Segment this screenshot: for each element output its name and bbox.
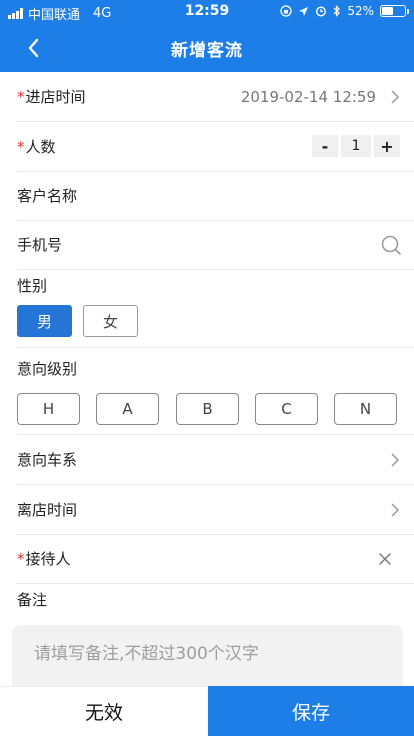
receptionist-row[interactable]: * 接待人 [17, 534, 414, 584]
intent-series-label: 意向车系 [17, 451, 78, 469]
required-mark: * [17, 87, 25, 106]
leave-time-label: 离店时间 [17, 501, 78, 519]
entry-time-row[interactable]: * 进店时间 2019-02-14 12:59 [17, 72, 414, 122]
decrement-button[interactable]: - [312, 135, 338, 157]
chevron-right-icon [391, 453, 400, 467]
bottom-action-bar: 无效 保存 [0, 686, 414, 736]
level-n-button[interactable]: N [334, 393, 397, 425]
receptionist-label: 接待人 [25, 550, 71, 568]
chevron-right-icon [391, 503, 400, 517]
battery-percent: 52% [347, 4, 374, 18]
intent-level-label: 意向级别 [17, 360, 78, 378]
bluetooth-icon [333, 5, 341, 17]
header: 中国联通 4G 12:59 52% 新增客流 [0, 0, 414, 72]
search-icon[interactable] [380, 234, 402, 256]
nav-bar: 新增客流 [0, 24, 414, 72]
location-icon [299, 6, 309, 16]
alarm-icon [316, 6, 327, 17]
save-button[interactable]: 保存 [208, 686, 414, 736]
customer-name-row[interactable]: 客户名称 [17, 171, 414, 221]
remark-label: 备注 [17, 591, 48, 609]
leave-time-row[interactable]: 离店时间 [17, 485, 414, 535]
close-icon[interactable] [376, 550, 394, 568]
required-mark: * [17, 549, 25, 568]
people-count-label: 人数 [25, 138, 56, 156]
gender-male-button[interactable]: 男 [17, 305, 72, 337]
entry-time-value: 2019-02-14 12:59 [240, 87, 376, 106]
level-a-button[interactable]: A [96, 393, 159, 425]
phone-label: 手机号 [17, 236, 63, 254]
increment-button[interactable]: + [374, 135, 400, 157]
gender-female-button[interactable]: 女 [83, 305, 138, 337]
page-title: 新增客流 [171, 41, 243, 61]
level-h-button[interactable]: H [17, 393, 80, 425]
gender-label: 性别 [17, 277, 48, 295]
people-count-row: * 人数 - 1 + [17, 122, 414, 172]
customer-name-label: 客户名称 [17, 187, 78, 205]
chevron-right-icon [391, 90, 400, 104]
required-mark: * [17, 137, 25, 156]
intent-series-row[interactable]: 意向车系 [17, 435, 414, 485]
phone-row[interactable]: 手机号 [17, 220, 414, 270]
status-right: 52% [280, 4, 409, 18]
entry-time-label: 进店时间 [25, 88, 86, 106]
divider [17, 347, 414, 348]
lock-rotation-icon [280, 5, 292, 17]
status-bar: 中国联通 4G 12:59 52% [0, 0, 414, 24]
quantity-stepper: - 1 + [312, 135, 400, 157]
battery-icon [380, 5, 409, 17]
level-c-button[interactable]: C [255, 393, 318, 425]
level-b-button[interactable]: B [176, 393, 239, 425]
invalid-button[interactable]: 无效 [0, 686, 208, 736]
people-count-value[interactable]: 1 [341, 135, 371, 157]
